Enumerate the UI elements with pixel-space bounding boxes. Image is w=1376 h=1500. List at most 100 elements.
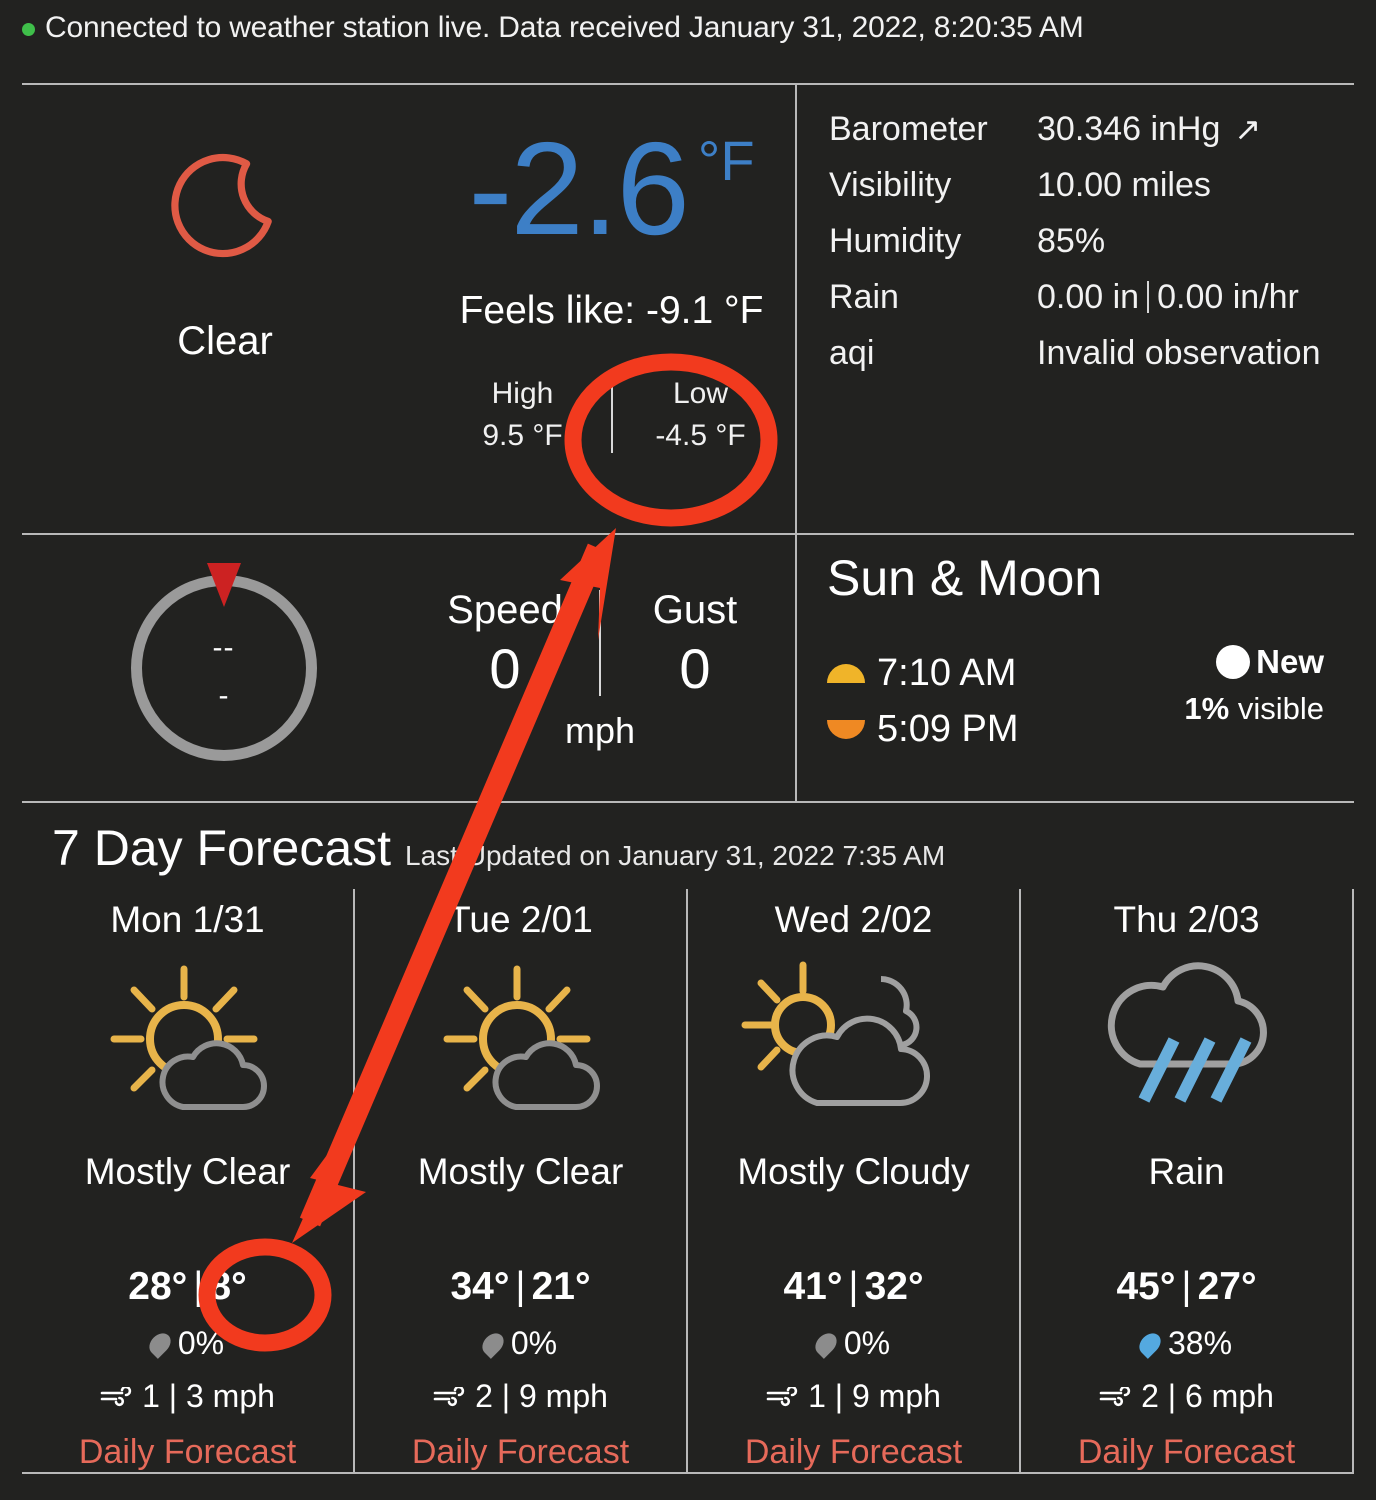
water-drop-icon [811,1328,841,1359]
forecast-title: 7 Day Forecast [52,820,392,876]
forecast-condition-label: Mostly Clear [417,1151,624,1192]
forecast-high: 34° [450,1265,510,1308]
forecast-day-label: Mon 1/31 [110,899,265,940]
current-conditions-panel: Clear -2.6 °F Feels like: -9.1 °F High 9… [22,85,795,533]
wind-gust-value: 0 [679,637,711,700]
wind-gust-group: Gust 0 [615,584,775,702]
high-low-divider [610,377,613,453]
metric-value: Invalid observation [1037,334,1321,373]
forecast-condition-label: Mostly Clear [84,1151,291,1192]
forecast-precip-value: 0% [177,1325,225,1361]
forecast-card[interactable]: Wed 2/02 Mostly Cloudy 41° | 32° 0% 1 | 9 mp… [686,889,1019,1472]
metric-value-primary: Invalid observation [1037,333,1321,372]
temperature-unit: °F [697,129,755,192]
wind-speed-block: Speed 0 Gust 0 mph [425,584,795,752]
metric-key: Barometer [829,109,988,148]
wind-speed-unit: mph [564,710,636,751]
forecast-high: 28° [128,1265,188,1308]
forecast-card[interactable]: Mon 1/31 Mostly Clear 28° | 8° 0% 1 | 3 mph D… [22,889,353,1472]
wind-icon [433,1386,467,1407]
forecast-temp-divider: | [1181,1265,1192,1308]
low-temp-block: Low -4.5 °F [625,373,777,457]
wind-degrees-value: - [218,679,229,712]
metric-value-primary: 85% [1037,221,1106,260]
weather-dashboard: Connected to weather station live. Data … [0,0,1376,1500]
forecast-wind-value: 1 | 3 mph [142,1378,275,1414]
forecast-temps: 34° | 21° [450,1265,590,1309]
metric-row: Visibility 10.00 miles [829,157,1354,213]
wind-direction-value: -- [212,631,235,664]
connection-status-bar: Connected to weather station live. Data … [0,0,1376,83]
wind-icon [766,1386,800,1407]
moon-phase-label: New [1256,643,1324,680]
forecast-wind-value: 1 | 9 mph [808,1378,941,1414]
daily-forecast-link[interactable]: Daily Forecast [745,1433,962,1472]
forecast-row: 7 Day Forecast Last Updated on January 3… [22,801,1354,1478]
forecast-updated-text: Last Updated on January 31, 2022 7:35 AM [405,840,946,871]
current-temperature: -2.6 [468,115,689,262]
sun-moon-panel: Sun & Moon 7:10 AM 5:09 PM New 1% visibl… [795,535,1354,801]
forecast-header: 7 Day Forecast Last Updated on January 3… [22,803,1354,877]
moon-phase-block: New 1% visible [1184,643,1324,727]
metric-key: Visibility [829,165,952,204]
forecast-day-label: Thu 2/03 [1113,899,1260,940]
daily-forecast-link[interactable]: Daily Forecast [1078,1433,1295,1472]
metric-key: aqi [829,333,875,372]
metrics-list: Barometer 30.346 inHg ↗ Visibility 10.00 mil… [797,85,1354,381]
forecast-day-label: Tue 2/01 [448,899,593,940]
moon-phase-icon [1216,645,1251,679]
forecast-low: 27° [1197,1265,1257,1308]
metric-value: 10.00 miles [1037,166,1211,205]
wind-compass: -- - [130,563,317,761]
low-label: Low [672,377,729,410]
forecast-temps: 41° | 32° [783,1265,923,1309]
forecast-precip-value: 0% [510,1325,558,1361]
wind-gust-label: Gust [652,588,738,632]
wind-row: -- - Speed 0 Gust 0 mph Sun & Moon 7:10 … [22,533,1354,801]
wind-speed-divider [599,590,601,696]
sunset-icon [827,719,865,739]
daily-forecast-link[interactable]: Daily Forecast [79,1433,296,1472]
forecast-card-list: Mon 1/31 Mostly Clear 28° | 8° 0% 1 | 3 mph D… [22,889,1354,1474]
water-drop-icon [1135,1328,1165,1359]
metric-value: 0.00 in 0.00 in/hr [1037,278,1299,317]
moon-visible-pct: 1% [1184,691,1230,726]
forecast-card[interactable]: Tue 2/01 Mostly Clear 34° | 21° 0% 2 | 9 mph… [353,889,686,1472]
sun-moon-title: Sun & Moon [827,550,1103,606]
wind-speed-group: Speed 0 [425,584,585,702]
forecast-low: 8° [209,1265,247,1308]
high-low-block: High 9.5 °F Low -4.5 °F [447,373,777,457]
status-indicator-dot [22,23,35,36]
forecast-day-label: Wed 2/02 [774,899,933,940]
metric-value-primary: 10.00 miles [1037,165,1211,204]
metric-key: Rain [829,277,899,316]
forecast-wind-row: 1 | 3 mph [100,1378,275,1415]
metric-key: Humidity [829,221,962,260]
metrics-panel: Barometer 30.346 inHg ↗ Visibility 10.00 mil… [795,85,1354,533]
current-condition-label: Clear [177,319,273,363]
low-value: -4.5 °F [655,419,746,452]
forecast-precip-value: 0% [843,1325,891,1361]
metric-value: 85% [1037,222,1105,261]
wind-speed-label: Speed [447,588,563,632]
current-condition-block: Clear [22,103,428,533]
forecast-wind-row: 2 | 9 mph [433,1378,608,1415]
dashboard-frame: Clear -2.6 °F Feels like: -9.1 °F High 9… [22,83,1354,1478]
forecast-wind-row: 1 | 9 mph [766,1378,941,1415]
sun-behind-cloud-icon [421,951,621,1123]
water-drop-icon [478,1328,508,1359]
barometer-trend-up-icon: ↗ [1234,111,1262,147]
forecast-condition-label: Rain [1148,1151,1225,1192]
metric-row: Barometer 30.346 inHg ↗ [829,101,1354,157]
forecast-temp-divider: | [193,1265,204,1308]
metric-value: 30.346 inHg ↗ [1037,110,1261,149]
forecast-precip-row: 38% [1135,1325,1233,1362]
water-drop-icon [145,1328,175,1359]
high-label: High [491,377,554,410]
forecast-card[interactable]: Thu 2/03 Rain 45° | 27° 38% 2 | 6 mph Daily F… [1019,889,1354,1472]
forecast-precip-value: 38% [1167,1325,1233,1361]
forecast-condition-label: Mostly Cloudy [737,1151,970,1192]
wind-speed-value: 0 [489,637,521,700]
forecast-precip-row: 0% [478,1325,558,1362]
daily-forecast-link[interactable]: Daily Forecast [412,1433,629,1472]
